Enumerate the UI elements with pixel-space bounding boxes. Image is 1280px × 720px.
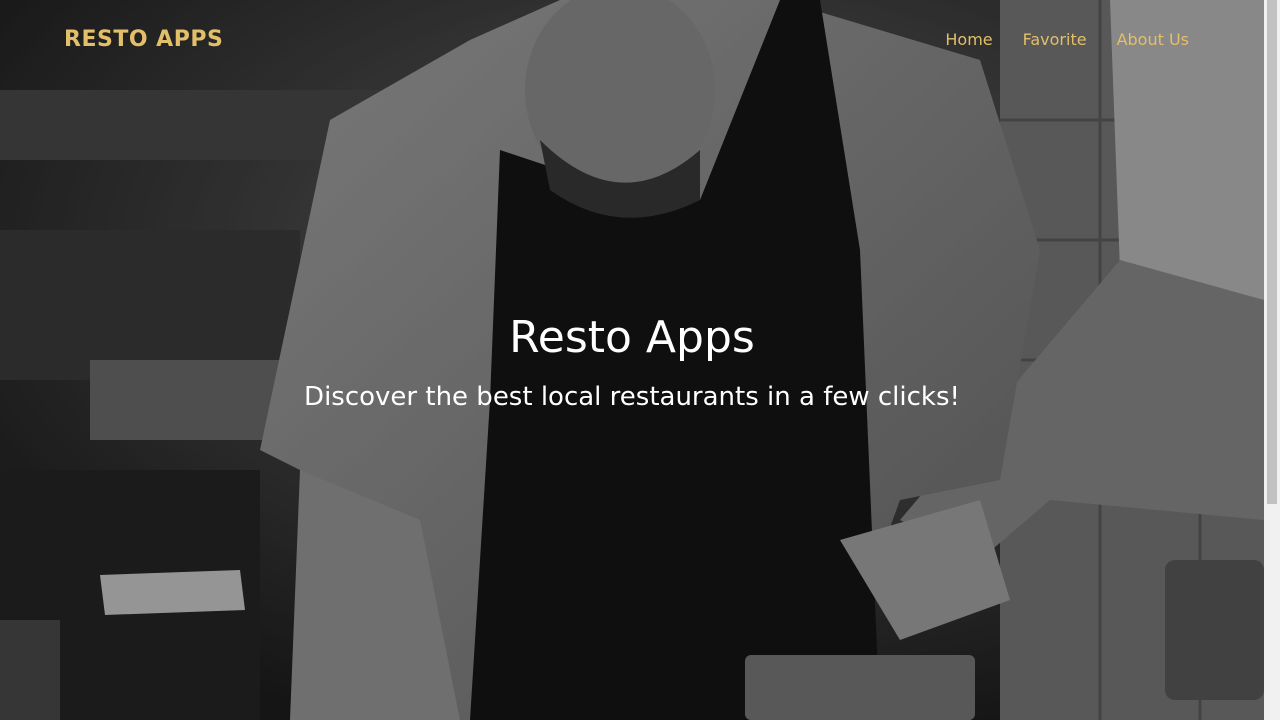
nav-links: Home Favorite About Us [945,30,1189,49]
hero-tagline: Discover the best local restaurants in a… [304,382,960,412]
nav-link-favorite[interactable]: Favorite [1023,30,1087,49]
nav-item-favorite: Favorite [1023,30,1087,49]
scrollbar-thumb[interactable] [1267,0,1277,504]
nav-item-home: Home [945,30,992,49]
hero-title: Resto Apps [509,312,755,363]
nav-link-home[interactable]: Home [945,30,992,49]
vertical-scrollbar[interactable] [1264,0,1280,720]
brand-logo[interactable]: RESTO APPS [64,27,223,52]
hero-content: Resto Apps Discover the best local resta… [0,306,1264,414]
nav-item-about-us: About Us [1117,30,1189,49]
nav-link-about-us[interactable]: About Us [1117,30,1189,49]
navbar: RESTO APPS Home Favorite About Us [0,0,1264,78]
